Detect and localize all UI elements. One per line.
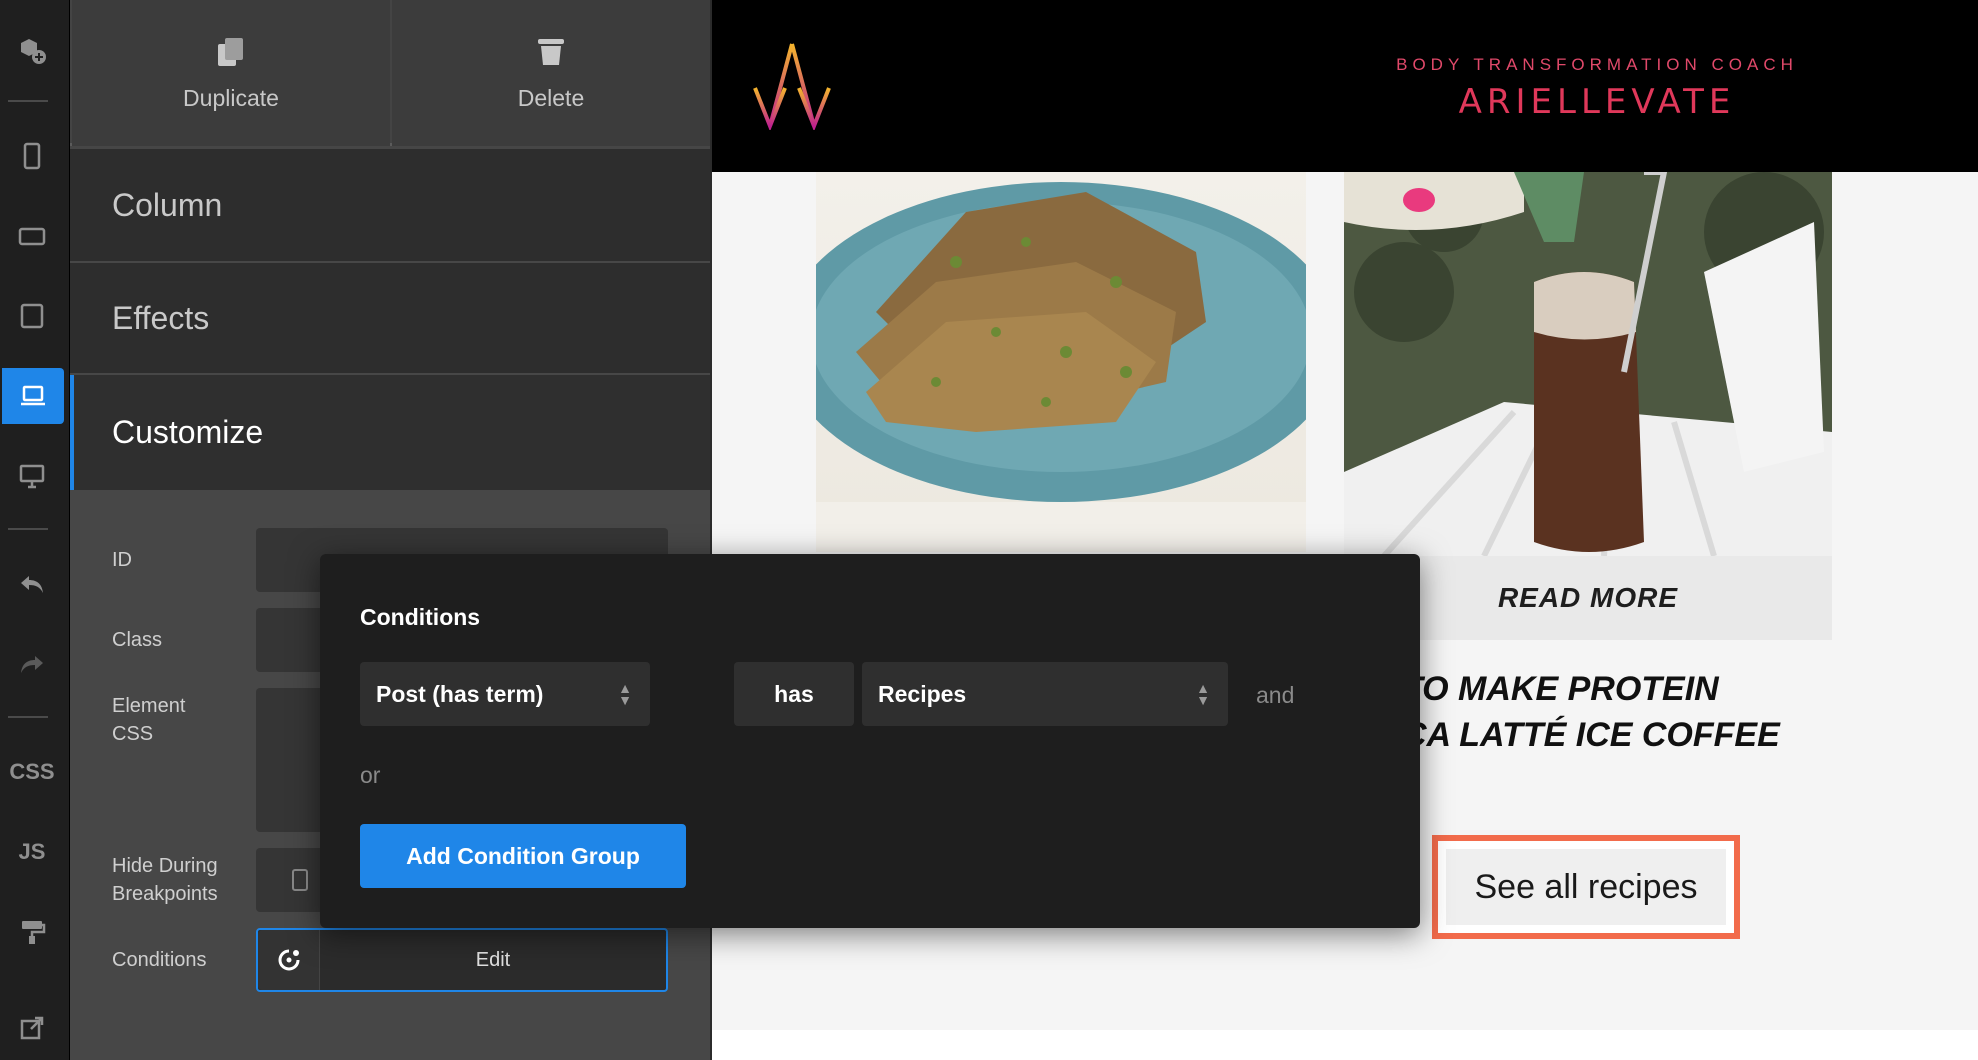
delete-label: Delete	[517, 84, 585, 111]
see-all-recipes-button[interactable]: See all recipes	[1446, 849, 1726, 925]
conditions-popup-title: Conditions	[360, 604, 481, 630]
site-tagline: BODY TRANSFORMATION COACH	[1396, 55, 1798, 74]
conditions-icon	[258, 930, 320, 990]
see-all-recipes-highlight: See all recipes	[1432, 835, 1740, 939]
and-button[interactable]: and	[1256, 682, 1294, 709]
add-condition-group-button[interactable]: Add Condition Group	[360, 824, 686, 888]
condition-operator-value: has	[774, 680, 814, 707]
css-button[interactable]: CSS	[0, 744, 64, 800]
post-title-line1: TO MAKE PROTEIN	[1402, 670, 1719, 708]
icon-rail: CSS JS	[0, 0, 70, 1060]
conditions-edit-button[interactable]: Edit	[256, 928, 668, 992]
condition-field-select[interactable]: Post (has term) ▲ ▼	[360, 662, 650, 726]
undo-icon[interactable]	[0, 556, 64, 612]
duplicate-button[interactable]: Duplicate	[72, 0, 390, 146]
condition-operator-select[interactable]: has	[734, 662, 854, 726]
element-css-label: Element CSS	[112, 695, 186, 745]
mobile-landscape-icon[interactable]	[0, 208, 64, 264]
recipe-image-iced-coffee[interactable]	[1344, 172, 1832, 556]
condition-value-value: Recipes	[878, 680, 967, 707]
site-header: BODY TRANSFORMATION COACH ARIELLEVATE	[712, 0, 1978, 172]
ava-logo	[753, 43, 831, 130]
js-button[interactable]: JS	[0, 824, 64, 880]
conditions-edit-label: Edit	[475, 948, 511, 971]
post-title[interactable]: TO MAKE PROTEIN CA LATTÉ ICE COFFEE	[1402, 666, 1862, 758]
mobile-breakpoint-icon[interactable]	[290, 868, 310, 892]
conditions-popup: Conditions Post (has term) ▲ ▼ has Recipe…	[320, 554, 1420, 928]
section-column[interactable]: Column	[70, 149, 710, 261]
condition-value-select[interactable]: Recipes ▲ ▼	[862, 662, 1228, 726]
add-element-icon[interactable]	[0, 22, 64, 78]
tablet-icon[interactable]	[0, 288, 64, 344]
condition-field-value: Post (has term)	[376, 680, 544, 707]
conditions-label: Conditions	[112, 949, 207, 971]
select-arrows-icon: ▲ ▼	[1196, 680, 1210, 708]
element-actions: Duplicate Delete	[70, 0, 710, 146]
section-column-label: Column	[112, 186, 223, 223]
external-link-icon[interactable]	[0, 1000, 64, 1056]
section-effects[interactable]: Effects	[70, 263, 710, 373]
section-effects-label: Effects	[112, 299, 210, 336]
trash-icon	[538, 38, 564, 65]
or-button[interactable]: or	[360, 762, 380, 789]
redo-icon[interactable]	[0, 636, 64, 692]
id-label: ID	[112, 549, 132, 571]
class-label: Class	[112, 629, 163, 651]
mobile-portrait-icon[interactable]	[0, 128, 64, 184]
delete-button[interactable]: Delete	[392, 0, 710, 146]
duplicate-label: Duplicate	[183, 84, 279, 111]
site-brand: ARIELLEVATE	[1458, 82, 1736, 122]
laptop-icon[interactable]	[2, 368, 64, 424]
section-customize-label: Customize	[112, 414, 264, 450]
select-arrows-icon: ▲ ▼	[618, 680, 632, 708]
preview-bottom-strip	[712, 1030, 1978, 1060]
desktop-icon[interactable]	[0, 448, 64, 504]
paint-roller-icon[interactable]	[0, 904, 64, 960]
section-customize[interactable]: Customize	[70, 375, 710, 490]
hide-breakpoints-label: Hide During Breakpoints	[112, 855, 218, 905]
duplicate-icon	[218, 37, 243, 66]
post-title-line2: CA LATTÉ ICE COFFEE	[1402, 716, 1780, 754]
recipe-image-crackers[interactable]	[816, 172, 1306, 552]
